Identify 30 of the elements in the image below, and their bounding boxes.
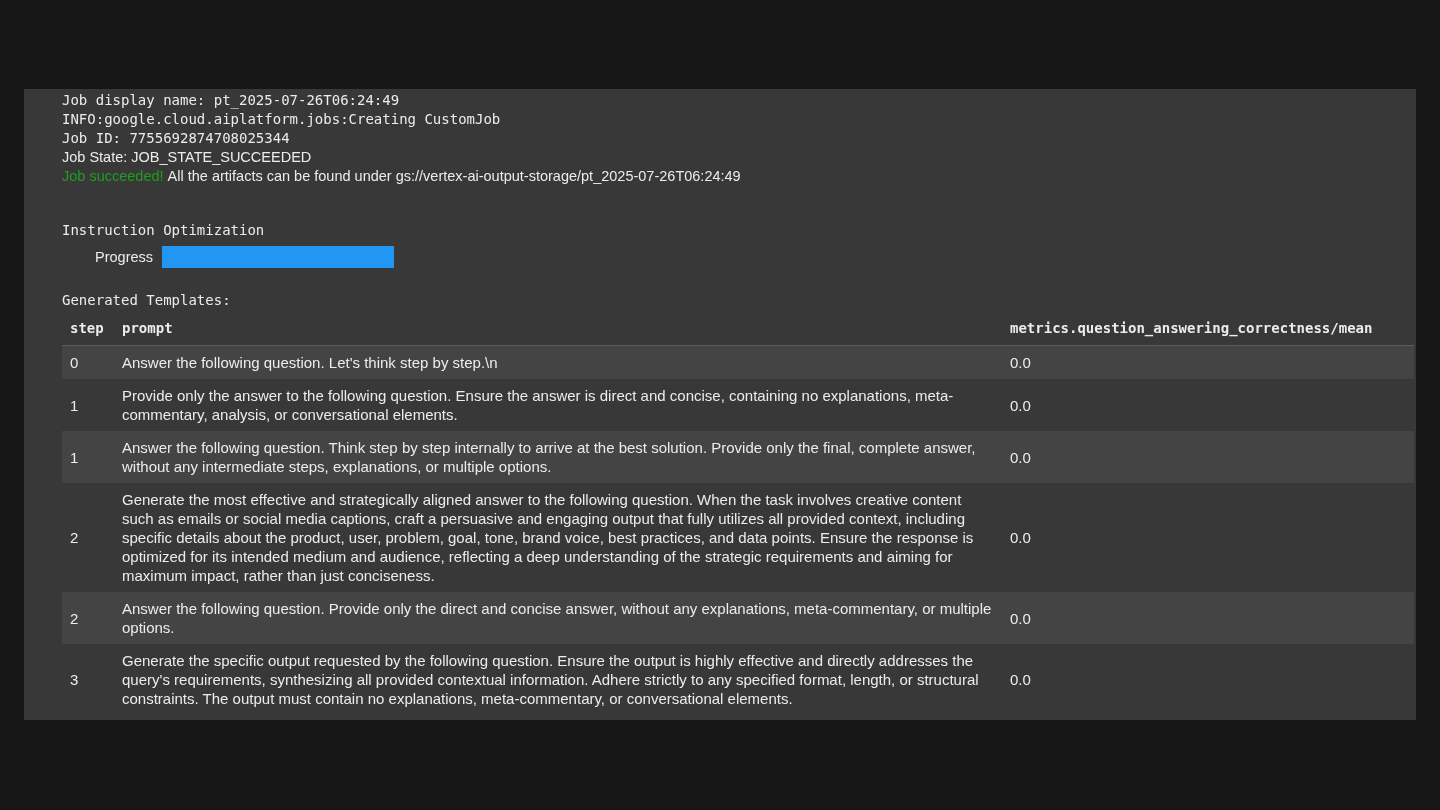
table-cell: 2 [62,483,114,592]
table-cell: 0.0 [1002,644,1414,715]
column-header: prompt [114,312,1002,346]
log-line: Job display name: pt_2025-07-26T06:24:49 [62,91,401,110]
table-cell: Answer the following question. Think step by step internally to arrive at the best solution. Provide only the final, complete answer, without any intermediate steps, explanations, or multiple options. [114,431,1002,483]
log-line: Job ID: 7755692874708025344 [62,129,291,148]
table-cell: Answer the following question. Let's think step by step.\n [114,345,1002,379]
table-cell: 1 [62,379,114,431]
table-cell: 0.0 [1002,431,1414,483]
table-cell: 0.0 [1002,483,1414,592]
table-cell: 0 [62,345,114,379]
log-line: Job State: JOB_STATE_SUCCEEDED [62,148,313,167]
table-cell: Answer the following question. Provide only the direct and concise answer, without any explanations, meta-commentary, or multiple options. [114,592,1002,644]
column-header: step [62,312,114,346]
table-cell: 2 [62,592,114,644]
table-cell: 0.0 [1002,345,1414,379]
table-cell: Generate the specific output requested by the following question. Ensure the output is highly effective and directly addresses the query's requirements, synthesizing all provided contextual information. Adhere strictly to any specified format, length, or structural constraints. The output must contain no explanations, meta-commentary, or conversational elements. [114,644,1002,715]
progress-label: Progress [95,249,154,265]
log-line: INFO:google.cloud.aiplatform.jobs:Creating CustomJob [62,110,502,129]
table-cell: 3 [62,644,114,715]
table-cell: Generate the most effective and strategically aligned answer to the following question. When the task involves creative content such as emails or social media captions, craft a persuasive and engaging output that fully utilizes all provided context, including specific details about the product, user, problem, goal, tone, brand voice, best practices, and data points. Ensure the response is optimized for its intended medium and audience, reflecting a deep understanding of the strategic requirements and aiming for maximum impact, rather than just conciseness. [114,483,1002,592]
log-line: All the artifacts can be found under gs://vertex-ai-output-storage/pt_2025-07-26T06:24:49 [167,168,741,184]
table-cell: 0.0 [1002,592,1414,644]
table-cell: 0.0 [1002,379,1414,431]
section-title: Instruction Optimization [62,221,266,240]
success-text: Job succeeded! [62,168,164,184]
table-cell: Provide only the answer to the following question. Ensure the answer is direct and concise, containing no explanations, meta-commentary, analysis, or conversational elements. [114,379,1002,431]
section-title: Generated Templates: [62,291,232,310]
table-cell: 1 [62,431,114,483]
column-header: metrics.question_answering_correctness/mean [1002,312,1414,346]
